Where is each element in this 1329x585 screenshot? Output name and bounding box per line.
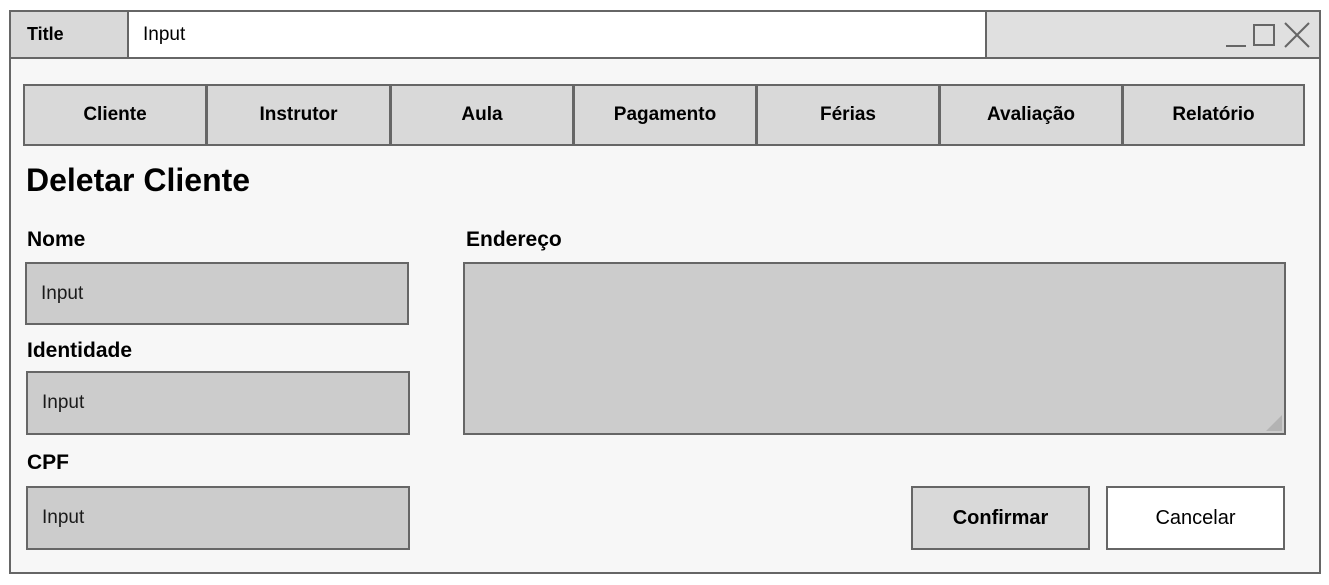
page-title: Deletar Cliente: [26, 162, 251, 198]
endereco-textarea[interactable]: [463, 262, 1286, 435]
tab-pagamento[interactable]: Pagamento: [573, 84, 757, 146]
nome-label: Nome: [27, 228, 86, 251]
tab-aula[interactable]: Aula: [390, 84, 574, 146]
app-window: Title Cliente Instrutor Au: [9, 10, 1321, 574]
maximize-icon[interactable]: [1251, 21, 1279, 49]
endereco-label: Endereço: [466, 228, 562, 251]
cpf-input[interactable]: [26, 486, 410, 550]
identidade-input[interactable]: [26, 371, 410, 435]
tab-ferias[interactable]: Férias: [756, 84, 940, 146]
tab-relatorio[interactable]: Relatório: [1122, 84, 1305, 146]
tab-instrutor[interactable]: Instrutor: [206, 84, 391, 146]
minimize-icon[interactable]: [1223, 21, 1251, 49]
identidade-label: Identidade: [27, 339, 133, 362]
tab-cliente[interactable]: Cliente: [23, 84, 207, 146]
endereco-container: [463, 262, 1286, 435]
confirm-button[interactable]: Confirmar: [911, 486, 1090, 550]
cancel-button[interactable]: Cancelar: [1106, 486, 1285, 550]
window-controls: [987, 12, 1319, 57]
tab-bar: Cliente Instrutor Aula Pagamento Férias …: [23, 84, 1305, 146]
resize-grip-icon[interactable]: [1266, 415, 1282, 431]
title-input[interactable]: [129, 12, 987, 57]
title-label: Title: [11, 12, 129, 57]
cpf-label: CPF: [27, 451, 69, 474]
tab-avaliacao[interactable]: Avaliação: [939, 84, 1123, 146]
nome-input[interactable]: [25, 262, 409, 325]
title-bar: Title: [11, 12, 1319, 59]
close-icon[interactable]: [1283, 21, 1311, 49]
